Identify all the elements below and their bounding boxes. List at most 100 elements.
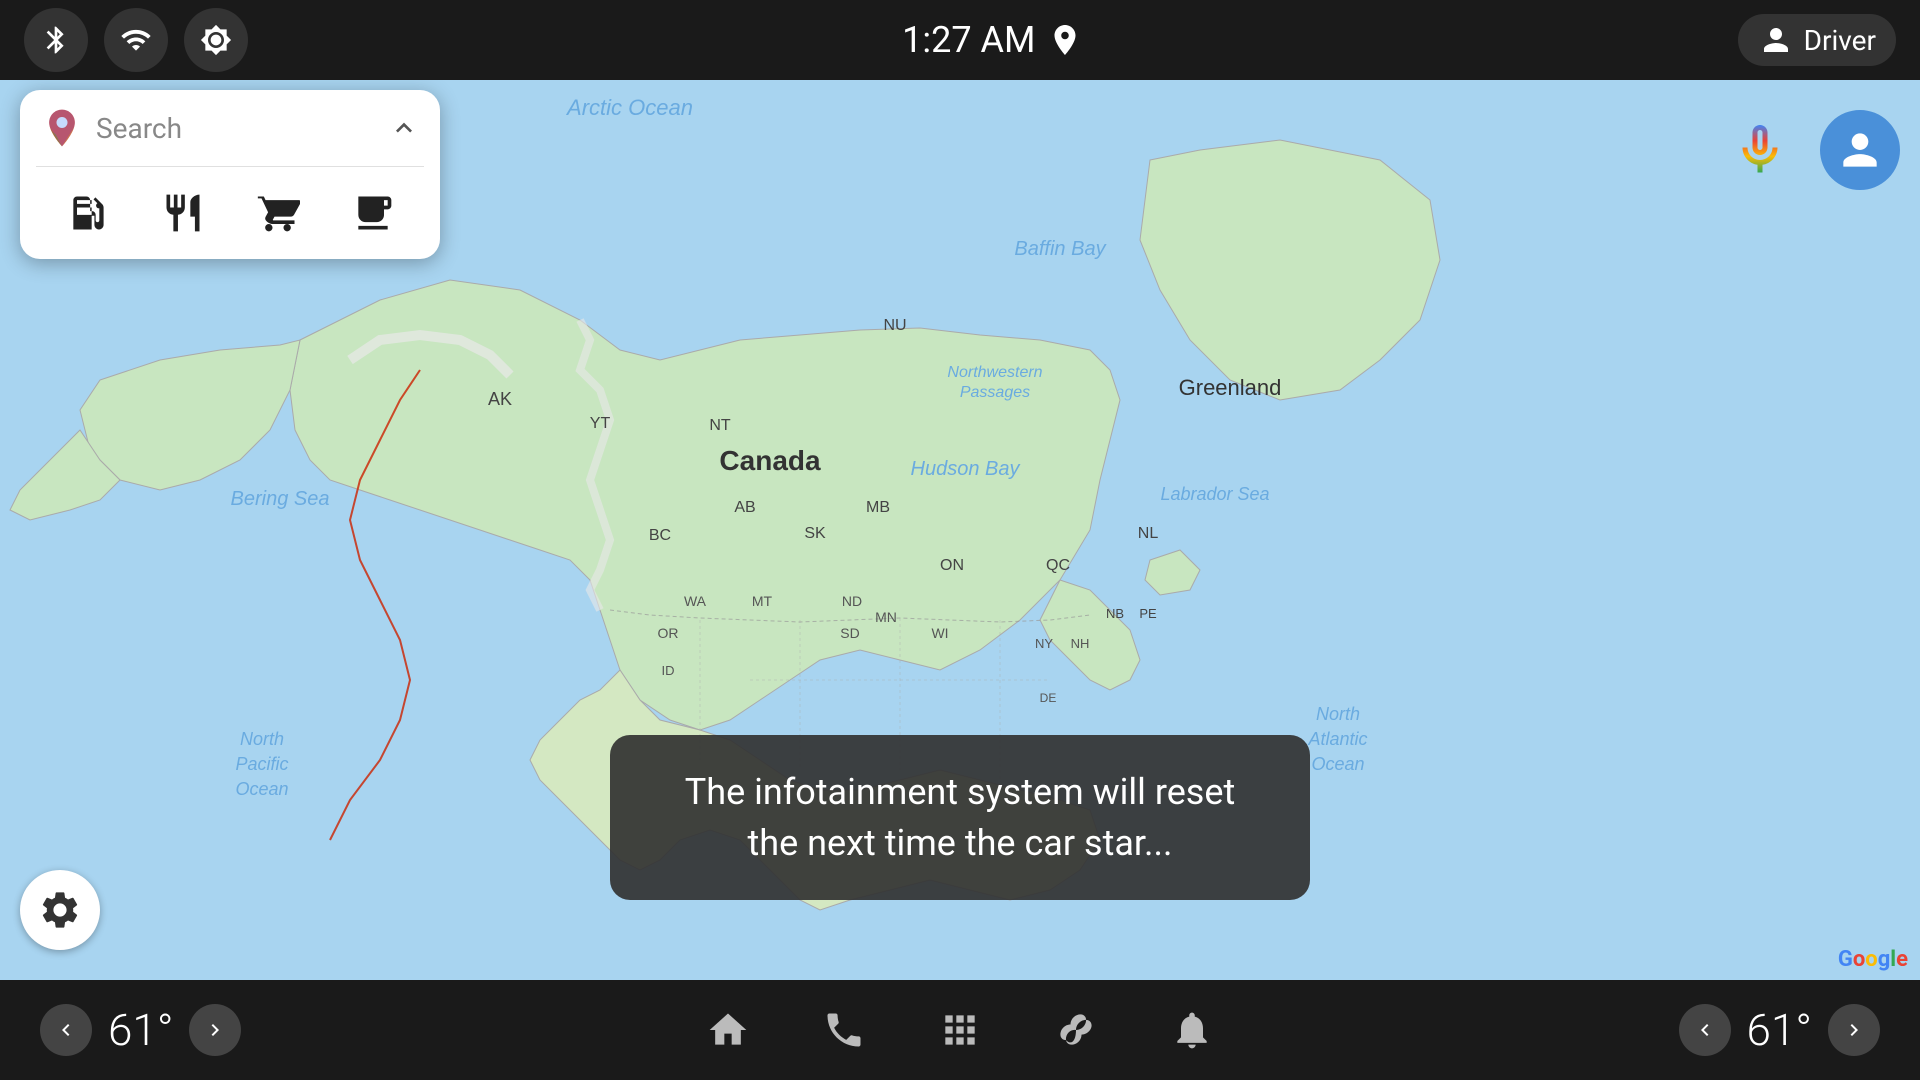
svg-text:SD: SD — [840, 625, 859, 641]
gas-station-shortcut[interactable] — [58, 183, 118, 243]
map-area[interactable]: Arctic Ocean Baffin Bay Hudson Bay Labra… — [0, 80, 1920, 980]
temp-left-up-button[interactable] — [189, 1004, 241, 1056]
notification-toast: The infotainment system will reset the n… — [610, 735, 1310, 900]
temp-right-down-button[interactable] — [1679, 1004, 1731, 1056]
phone-button[interactable] — [816, 1002, 872, 1058]
svg-text:Ocean: Ocean — [235, 779, 288, 799]
top-left-controls — [24, 8, 248, 72]
search-widget: Search — [20, 90, 440, 259]
gas-station-icon — [66, 191, 110, 235]
search-label: Search — [96, 112, 376, 145]
fan-icon — [1054, 1008, 1098, 1052]
svg-text:Arctic Ocean: Arctic Ocean — [565, 95, 693, 120]
bluetooth-icon — [40, 24, 72, 56]
chevron-up-icon — [388, 112, 420, 144]
svg-text:SK: SK — [804, 525, 826, 542]
top-bar: 1:27 AM Driver — [0, 0, 1920, 80]
svg-text:OR: OR — [658, 625, 679, 641]
svg-text:Ocean: Ocean — [1311, 754, 1364, 774]
time-display: 1:27 AM — [902, 19, 1083, 61]
phone-icon — [822, 1008, 866, 1052]
svg-text:YT: YT — [590, 415, 611, 432]
svg-text:AK: AK — [488, 389, 512, 409]
svg-text:NL: NL — [1138, 525, 1159, 542]
svg-text:AB: AB — [734, 499, 755, 516]
svg-text:Pacific: Pacific — [235, 754, 288, 774]
svg-text:WA: WA — [684, 593, 707, 609]
svg-text:North: North — [1316, 704, 1360, 724]
bottom-left-controls: 61° — [40, 1004, 241, 1056]
svg-text:BC: BC — [649, 527, 671, 544]
bottom-bar: 61° — [0, 980, 1920, 1080]
coffee-shortcut[interactable] — [343, 183, 403, 243]
fan-button[interactable] — [1048, 1002, 1104, 1058]
svg-text:MN: MN — [875, 609, 897, 625]
svg-text:PE: PE — [1139, 606, 1157, 621]
mic-icon — [1730, 120, 1790, 180]
home-icon — [706, 1008, 750, 1052]
svg-text:Baffin Bay: Baffin Bay — [1014, 238, 1106, 260]
location-pin-icon — [1047, 22, 1083, 58]
wifi-icon — [120, 24, 152, 56]
shopping-cart-icon — [256, 191, 300, 235]
svg-text:Labrador Sea: Labrador Sea — [1160, 484, 1269, 504]
svg-text:QC: QC — [1046, 557, 1070, 574]
restaurant-shortcut[interactable] — [153, 183, 213, 243]
svg-text:Canada: Canada — [719, 445, 821, 476]
svg-text:MT: MT — [752, 593, 773, 609]
notification-text: The infotainment system will reset the n… — [658, 767, 1262, 868]
search-shortcuts — [20, 167, 440, 259]
brightness-icon — [200, 24, 232, 56]
chevron-right-icon — [203, 1018, 227, 1042]
svg-text:Passages: Passages — [960, 384, 1030, 401]
maps-logo-icon — [40, 106, 84, 150]
svg-text:ON: ON — [940, 557, 964, 574]
grocery-shortcut[interactable] — [248, 183, 308, 243]
svg-text:NT: NT — [709, 417, 731, 434]
svg-text:Atlantic: Atlantic — [1307, 729, 1367, 749]
temp-right-up-button[interactable] — [1828, 1004, 1880, 1056]
chevron-left-icon-right — [1693, 1018, 1717, 1042]
bottom-center-controls — [700, 1002, 1220, 1058]
settings-icon — [38, 888, 82, 932]
svg-text:NH: NH — [1071, 636, 1090, 651]
bluetooth-button[interactable] — [24, 8, 88, 72]
bottom-right-controls: 61° — [1679, 1004, 1880, 1056]
google-logo: Google — [1838, 947, 1908, 972]
wifi-button[interactable] — [104, 8, 168, 72]
svg-text:Northwestern: Northwestern — [947, 364, 1042, 381]
svg-text:Hudson Bay: Hudson Bay — [911, 458, 1021, 480]
svg-text:NY: NY — [1035, 636, 1053, 651]
svg-text:Greenland: Greenland — [1179, 375, 1282, 400]
profile-icon — [1835, 125, 1885, 175]
svg-text:Bering Sea: Bering Sea — [231, 488, 330, 510]
apps-button[interactable] — [932, 1002, 988, 1058]
profile-button[interactable] — [1820, 110, 1900, 190]
current-time: 1:27 AM — [902, 19, 1035, 61]
svg-text:NB: NB — [1106, 606, 1124, 621]
home-button[interactable] — [700, 1002, 756, 1058]
temp-left-value: 61° — [108, 1004, 173, 1056]
driver-button[interactable]: Driver — [1738, 14, 1896, 66]
brightness-button[interactable] — [184, 8, 248, 72]
apps-icon — [938, 1008, 982, 1052]
top-right-controls: Driver — [1738, 14, 1896, 66]
driver-label: Driver — [1804, 24, 1876, 57]
chevron-left-icon — [54, 1018, 78, 1042]
temp-left-down-button[interactable] — [40, 1004, 92, 1056]
svg-text:NU: NU — [883, 317, 906, 334]
person-icon — [1758, 22, 1794, 58]
svg-text:ID: ID — [662, 663, 675, 678]
chevron-right-icon-right — [1842, 1018, 1866, 1042]
mic-button[interactable] — [1720, 110, 1800, 190]
notification-button[interactable] — [1164, 1002, 1220, 1058]
search-bar[interactable]: Search — [20, 90, 440, 166]
svg-text:MB: MB — [866, 499, 890, 516]
bell-icon — [1170, 1008, 1214, 1052]
coffee-icon — [351, 191, 395, 235]
temp-right-value: 61° — [1747, 1004, 1812, 1056]
svg-text:DE: DE — [1040, 691, 1057, 705]
svg-text:WI: WI — [931, 625, 948, 641]
restaurant-icon — [161, 191, 205, 235]
settings-button[interactable] — [20, 870, 100, 950]
